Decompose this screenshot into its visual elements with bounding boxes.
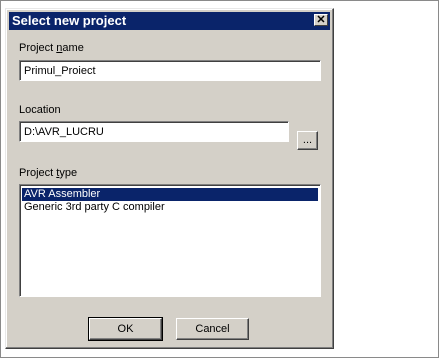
project-name-label: Project name — [19, 42, 84, 54]
cancel-button[interactable]: Cancel — [176, 318, 249, 340]
close-icon: ✕ — [316, 14, 326, 26]
ok-button[interactable]: OK — [88, 317, 163, 341]
browse-button-label: ... — [302, 134, 313, 146]
dialog-title: Select new project — [12, 13, 127, 28]
project-name-value: Primul_Proiect — [24, 65, 96, 77]
select-project-dialog: Select new project ✕ Project name Primul… — [5, 8, 334, 349]
close-button[interactable]: ✕ — [314, 14, 328, 26]
dialog-titlebar[interactable]: Select new project ✕ — [9, 12, 330, 30]
ok-button-label: OK — [117, 323, 134, 335]
project-type-label: Project type — [19, 167, 78, 179]
location-value: D:\AVR_LUCRU — [24, 126, 104, 138]
cancel-button-label: Cancel — [195, 323, 230, 335]
list-item-generic-c-compiler[interactable]: Generic 3rd party C compiler — [22, 201, 318, 214]
location-label: Location — [19, 104, 61, 116]
location-field[interactable]: D:\AVR_LUCRU — [19, 121, 289, 142]
list-item-avr-assembler[interactable]: AVR Assembler — [22, 188, 318, 201]
project-name-field[interactable]: Primul_Proiect — [19, 60, 321, 81]
browse-button[interactable]: ... — [297, 131, 318, 150]
project-type-list[interactable]: AVR Assembler Generic 3rd party C compil… — [19, 184, 321, 297]
